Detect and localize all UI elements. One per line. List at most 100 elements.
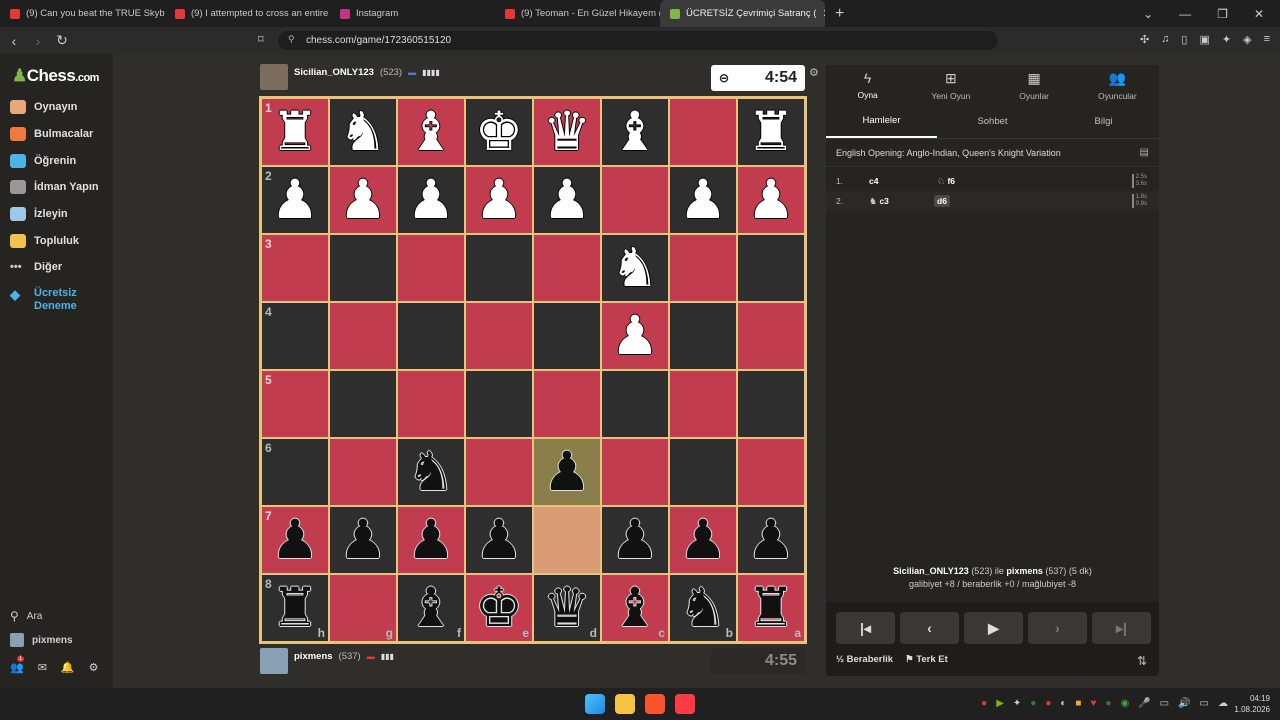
tray-icon[interactable]: ▶	[996, 698, 1004, 709]
restore-icon[interactable]: ❐	[1217, 7, 1228, 21]
board-square[interactable]	[397, 302, 465, 370]
tab-games[interactable]: ▦ Oyunlar	[993, 65, 1076, 105]
board-square[interactable]: ♟	[397, 506, 465, 574]
close-window-icon[interactable]: ✕	[1254, 7, 1264, 21]
board-square[interactable]: e ♚	[465, 574, 533, 642]
browser-tab[interactable]: Instagram	[330, 0, 495, 27]
white-king-piece[interactable]: ♚	[475, 105, 523, 159]
board-square[interactable]: ♜	[737, 98, 805, 166]
ai-icon[interactable]: ✦	[1222, 33, 1231, 46]
book-icon[interactable]: ▤	[1140, 147, 1149, 158]
white-queen-piece[interactable]: ♛	[543, 105, 591, 159]
forward-icon[interactable]: ›	[28, 33, 48, 49]
board-square[interactable]: g	[329, 574, 397, 642]
board-square[interactable]	[737, 234, 805, 302]
board-square[interactable]	[737, 302, 805, 370]
white-knight-piece[interactable]: ♞	[611, 241, 659, 295]
cloud-icon[interactable]: ☁	[1218, 698, 1228, 709]
board-square[interactable]: ♟	[533, 438, 601, 506]
chess-board[interactable]: 1 ♜ ♞ ♝ ♚ ♛ ♝ ♜ 2 ♟ ♟ ♟ ♟ ♟ ♟ ♟ 3 ♞ 4 ♟ 5 6 ♞ ♟ 7 ♟ ♟ ♟ ♟ ♟ ♟ ♟ 8 h ♜ g f ♝ e ♚…	[259, 96, 807, 644]
prev-move-button[interactable]: ‹	[900, 612, 959, 644]
black-pawn-piece[interactable]: ♟	[475, 513, 523, 567]
board-square[interactable]: ♟	[737, 506, 805, 574]
board-square[interactable]	[601, 166, 669, 234]
settings-icon[interactable]: ⚙	[89, 661, 99, 674]
black-pawn-piece[interactable]: ♟	[271, 513, 319, 567]
white-pawn-piece[interactable]: ♟	[611, 309, 659, 363]
black-queen-piece[interactable]: ♛	[543, 581, 591, 635]
menu-icon[interactable]: ≡	[1264, 33, 1270, 46]
board-square[interactable]: 4	[261, 302, 329, 370]
black-bishop-piece[interactable]: ♝	[407, 581, 455, 635]
board-square[interactable]: ♟	[465, 166, 533, 234]
friends-icon[interactable]: 👥 1	[10, 656, 25, 674]
reload-icon[interactable]: ↻	[52, 32, 72, 49]
tray-icon[interactable]: ●	[1105, 698, 1111, 709]
tab-moves[interactable]: Hamleler	[826, 105, 937, 138]
white-rook-piece[interactable]: ♜	[747, 105, 795, 159]
flip-board-icon[interactable]: ⇅	[1137, 654, 1147, 668]
board-square[interactable]	[669, 438, 737, 506]
move-white[interactable]: ♞ c3	[869, 196, 889, 207]
board-square[interactable]	[465, 302, 533, 370]
tab-list-icon[interactable]: ⌄	[1143, 7, 1153, 21]
white-pawn-piece[interactable]: ♟	[543, 173, 591, 227]
board-square[interactable]: c ♝	[601, 574, 669, 642]
board-square[interactable]: 6	[261, 438, 329, 506]
board-square[interactable]	[601, 438, 669, 506]
avatar[interactable]	[260, 648, 288, 674]
board-square[interactable]: ♟	[397, 166, 465, 234]
move-black[interactable]: ♘ f6	[934, 175, 958, 188]
black-knight-piece[interactable]: ♞	[679, 581, 727, 635]
board-square[interactable]: 1 ♜	[261, 98, 329, 166]
black-knight-piece[interactable]: ♞	[407, 445, 455, 499]
board-square[interactable]: f ♝	[397, 574, 465, 642]
black-king-piece[interactable]: ♚	[475, 581, 523, 635]
board-square[interactable]	[329, 302, 397, 370]
board-square[interactable]: ♟	[601, 506, 669, 574]
white-pawn-piece[interactable]: ♟	[475, 173, 523, 227]
black-pawn-piece[interactable]: ♟	[611, 513, 659, 567]
mail-icon[interactable]: ✉	[38, 661, 47, 674]
white-pawn-piece[interactable]: ♟	[407, 173, 455, 227]
board-square[interactable]: ♟	[465, 506, 533, 574]
board-square[interactable]: ♞	[601, 234, 669, 302]
tray-icon[interactable]: ◉	[1120, 698, 1129, 709]
sidebar-search[interactable]: ⚲ Ara	[10, 609, 42, 623]
sidebar-item-watch[interactable]: İzleyin	[10, 207, 68, 221]
volume-icon[interactable]: 🔊	[1178, 698, 1190, 709]
board-square[interactable]: b ♞	[669, 574, 737, 642]
draw-button[interactable]: ½ Beraberlik	[836, 654, 893, 665]
site-info-icon[interactable]: ⚲	[288, 34, 295, 45]
board-square[interactable]: ♟	[669, 506, 737, 574]
sidebar-item-free-trial[interactable]: ◆ Ücretsiz Deneme	[10, 287, 84, 313]
tray-icon[interactable]: ♥	[1090, 698, 1096, 709]
back-icon[interactable]: ‹	[4, 33, 24, 49]
tab-new-game[interactable]: ⊞ Yeni Oyun	[909, 65, 992, 105]
resign-button[interactable]: ⚑ Terk Et	[905, 654, 948, 665]
board-square[interactable]: ♟	[601, 302, 669, 370]
mic-icon[interactable]: 🎤	[1138, 698, 1150, 709]
sidebar-toggle-icon[interactable]: ▯	[1181, 33, 1187, 46]
chess-logo[interactable]: ♟Chess.com	[12, 66, 99, 86]
board-settings-icon[interactable]: ⚙	[809, 66, 819, 79]
board-square[interactable]: d ♛	[533, 574, 601, 642]
board-square[interactable]	[737, 370, 805, 438]
board-square[interactable]: 7 ♟	[261, 506, 329, 574]
board-square[interactable]	[737, 438, 805, 506]
tab-play[interactable]: ϟ Oyna	[826, 65, 910, 105]
board-square[interactable]: ♟	[329, 506, 397, 574]
white-rook-piece[interactable]: ♜	[271, 105, 319, 159]
avatar[interactable]	[260, 64, 288, 90]
board-square[interactable]	[465, 370, 533, 438]
board-square[interactable]	[329, 234, 397, 302]
top-player-name[interactable]: Sicilian_ONLY123	[294, 67, 374, 78]
minimize-icon[interactable]: —	[1179, 7, 1191, 21]
board-square[interactable]: ♝	[397, 98, 465, 166]
sidebar-item-play[interactable]: Oynayın	[10, 100, 77, 114]
white-pawn-piece[interactable]: ♟	[271, 173, 319, 227]
tray-icon[interactable]: ●	[1030, 698, 1036, 709]
board-square[interactable]: ♝	[601, 98, 669, 166]
move-white[interactable]: c4	[869, 176, 878, 186]
sidebar-item-community[interactable]: Topluluk	[10, 234, 79, 248]
